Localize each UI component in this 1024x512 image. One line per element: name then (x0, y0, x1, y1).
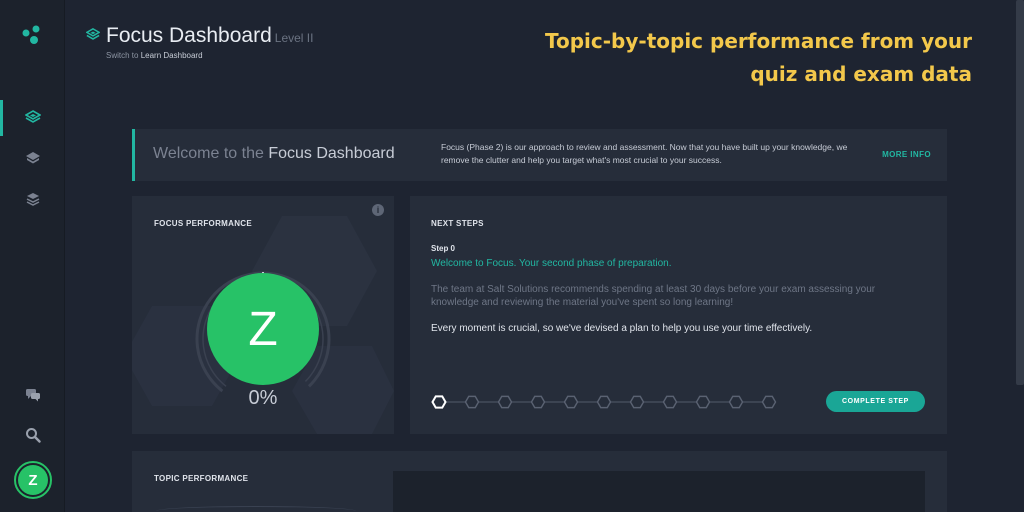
focus-performance-heading: FOCUS PERFORMANCE (154, 219, 252, 228)
next-steps-heading: NEXT STEPS (431, 219, 484, 228)
step-marker[interactable] (596, 395, 612, 409)
focus-performance-card: FOCUS PERFORMANCE i Z 0% (132, 196, 394, 434)
focus-icon (24, 110, 41, 123)
promo-line-2: quiz and exam data (750, 62, 972, 86)
step-marker[interactable] (629, 395, 645, 409)
step-title: Welcome to Focus. Your second phase of p… (431, 258, 672, 269)
search-icon (25, 428, 41, 443)
step-marker[interactable] (695, 395, 711, 409)
welcome-title-highlight: Focus Dashboard (268, 145, 395, 162)
step-progress (431, 395, 777, 409)
topic-performance-heading: TOPIC PERFORMANCE (154, 474, 249, 483)
switch-dashboard: Switch to Learn Dashboard (106, 51, 203, 60)
focus-percent: 0% (248, 387, 278, 409)
sidebar-item-layers[interactable] (0, 181, 65, 217)
step-description: The team at Salt Solutions recommends sp… (431, 284, 876, 308)
next-steps-card: NEXT STEPS Step 0 Welcome to Focus. Your… (410, 196, 947, 434)
step-marker[interactable] (728, 395, 744, 409)
layers-icon (26, 193, 39, 206)
step-marker[interactable] (431, 395, 447, 409)
learn-icon (25, 152, 40, 164)
sidebar-item-learn[interactable] (0, 140, 65, 176)
more-info-link[interactable]: MORE INFO (882, 150, 931, 159)
step-marker[interactable] (497, 395, 513, 409)
welcome-description: Focus (Phase 2) is our approach to revie… (441, 142, 848, 165)
welcome-banner: Welcome to the Focus Dashboard Focus (Ph… (132, 129, 947, 181)
sidebar-item-focus[interactable] (0, 100, 65, 136)
step-marker[interactable] (563, 395, 579, 409)
step-marker[interactable] (464, 395, 480, 409)
step-note: Every moment is crucial, so we've devise… (431, 323, 813, 334)
page-title: Focus Dashboard Level II (106, 24, 313, 48)
scrollbar-thumb[interactable] (1016, 0, 1024, 385)
focus-dashboard-icon (86, 28, 100, 40)
logo-icon[interactable] (20, 24, 46, 48)
info-icon[interactable]: i (372, 204, 384, 216)
sidebar: Z (0, 0, 65, 512)
topic-chart-area (393, 471, 925, 512)
chat-icon (25, 389, 40, 402)
sidebar-item-search[interactable] (0, 417, 65, 453)
step-marker[interactable] (530, 395, 546, 409)
switch-prefix: Switch to (106, 51, 139, 60)
step-marker[interactable] (662, 395, 678, 409)
topic-row-hint (156, 506, 356, 512)
sidebar-item-chat[interactable] (0, 377, 65, 413)
welcome-title: Welcome to the Focus Dashboard (153, 145, 395, 163)
level-label: Level II (274, 31, 314, 45)
page-title-text: Focus Dashboard (106, 24, 272, 47)
step-marker[interactable] (761, 395, 777, 409)
complete-step-button[interactable]: COMPLETE STEP (826, 391, 925, 412)
focus-grade-letter: Z (207, 273, 319, 385)
avatar-letter: Z (18, 465, 48, 495)
welcome-title-prefix: Welcome to the (153, 145, 264, 162)
step-label: Step 0 (431, 244, 456, 253)
switch-learn-dashboard-link[interactable]: Learn Dashboard (141, 51, 203, 60)
topic-performance-card: TOPIC PERFORMANCE (132, 451, 947, 512)
promo-line-1: Topic-by-topic performance from your (545, 29, 972, 53)
avatar[interactable]: Z (14, 461, 52, 499)
promo-caption: Topic-by-topic performance from your qui… (512, 25, 972, 91)
